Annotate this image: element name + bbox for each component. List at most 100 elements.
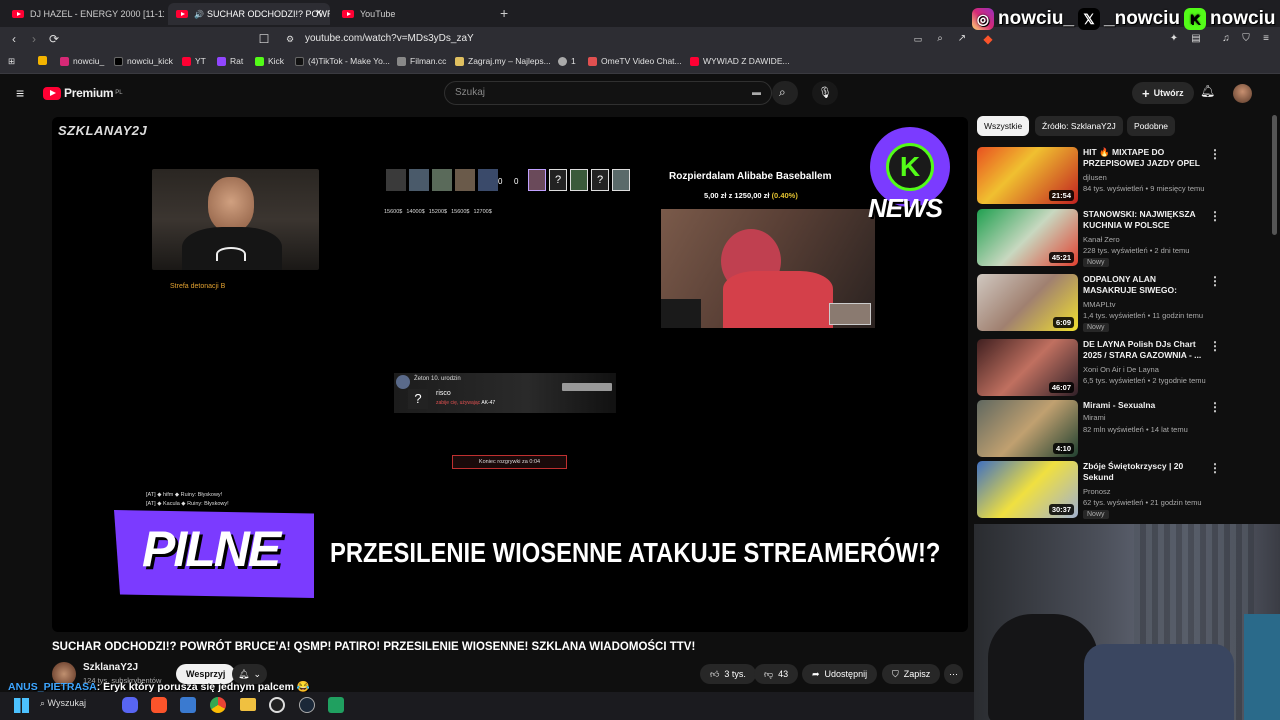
- windows-start-icon[interactable]: [14, 698, 29, 713]
- bookmark-ometv[interactable]: OmeTV Video Chat...: [588, 56, 682, 66]
- recommendation-channel[interactable]: Xoni On Air i De Layna: [1083, 365, 1159, 374]
- recommendation-meta: 62 tys. wyświetleń • 21 godzin temu: [1083, 498, 1202, 507]
- dislike-button[interactable]: 👎︎ 43: [754, 664, 799, 684]
- bookmark-1[interactable]: 1: [558, 56, 576, 66]
- streamer-camera: [152, 169, 319, 270]
- music-icon[interactable]: ♫: [1218, 31, 1234, 47]
- video-thumbnail[interactable]: 45:21: [977, 209, 1078, 266]
- recommendation-title[interactable]: STANOWSKI: NAJWIĘKSZA KUCHNIA W POLSCE: [1083, 209, 1205, 231]
- recommendation-title[interactable]: DE LAYNA Polish DJs Chart 2025 / STARA G…: [1083, 339, 1205, 361]
- zoom-icon[interactable]: ⌕: [932, 31, 948, 47]
- bookmark-nowciu-kick[interactable]: nowciu_kick: [114, 56, 173, 66]
- tab-youtube[interactable]: YouTube: [334, 3, 494, 25]
- forward-button[interactable]: ›: [26, 31, 42, 47]
- recommendation-title[interactable]: Zbóje Świętokrzyscy | 20 Sekund: [1083, 461, 1205, 483]
- bookmark-icon: ⛉: [892, 668, 899, 679]
- youtube-tab-icon: [12, 10, 24, 18]
- round-timer: Koniec rozgrywki za 0:04: [452, 455, 567, 469]
- save-button[interactable]: ⛉ Zapisz: [882, 664, 941, 684]
- chip-similar[interactable]: Podobne: [1127, 116, 1176, 136]
- tab-current-video[interactable]: 🔊 SUCHAR ODCHODZI!? POWR ×: [168, 3, 330, 25]
- recommendation-meta: 1,4 tys. wyświetleń • 11 godzin temu: [1083, 311, 1204, 320]
- search-button[interactable]: ⌕: [772, 81, 798, 105]
- recommendation-item[interactable]: 4:10 Mirami - Sexualna Mirami 82 mln wyś…: [977, 400, 1272, 458]
- share-button[interactable]: ➦ Udostępnij: [802, 664, 878, 684]
- video-thumbnail[interactable]: 6:09: [977, 274, 1078, 331]
- bookmark-yt[interactable]: YT: [182, 56, 206, 66]
- like-button[interactable]: 👍︎ 3 tys.: [700, 664, 756, 684]
- recommendation-channel[interactable]: djlusen: [1083, 173, 1107, 182]
- bookmark-rat[interactable]: Rat: [217, 56, 243, 66]
- bookmark-nowciu[interactable]: nowciu_: [60, 56, 104, 66]
- video-player[interactable]: SZKLANAY2J Strefa detonacji B 0 0 ? ? 15…: [52, 117, 968, 632]
- sidebar-icon[interactable]: ▤: [1188, 31, 1204, 47]
- obs-icon[interactable]: [269, 697, 285, 713]
- share-icon[interactable]: ↗: [954, 31, 970, 47]
- chrome-icon[interactable]: [210, 697, 226, 713]
- brave-icon[interactable]: [151, 697, 167, 713]
- reload-button[interactable]: ⟳: [46, 31, 62, 47]
- apps-icon[interactable]: ⊞: [8, 56, 15, 67]
- bookmark-wywiad[interactable]: WYWIAD Z DAWIDE...: [690, 56, 790, 66]
- discord-icon[interactable]: [122, 697, 138, 713]
- video-thumbnail[interactable]: 30:37: [977, 461, 1078, 518]
- recommendation-title[interactable]: HIT 🔥 MIXTAPE DO PRZEPISOWEJ JAZDY OPEL …: [1083, 147, 1205, 169]
- new-tab-button[interactable]: +: [500, 5, 508, 21]
- keyboard-icon[interactable]: ▬: [752, 87, 761, 97]
- more-options-icon[interactable]: ⋮: [1209, 339, 1221, 353]
- bookmark-kick[interactable]: Kick: [255, 56, 284, 66]
- recommendation-item[interactable]: 6:09 ODPALONY ALAN MASAKRUJE SIWEGO: DAL…: [977, 274, 1272, 332]
- more-options-icon[interactable]: ⋮: [1209, 400, 1221, 414]
- recommendation-item[interactable]: 21:54 HIT 🔥 MIXTAPE DO PRZEPISOWEJ JAZDY…: [977, 147, 1272, 205]
- bookmark-folder-icon[interactable]: [38, 56, 51, 65]
- app-icon[interactable]: [180, 697, 196, 713]
- video-thumbnail[interactable]: 46:07: [977, 339, 1078, 396]
- game-icon[interactable]: [328, 697, 344, 713]
- hamburger-menu-icon[interactable]: ≡: [16, 85, 24, 101]
- create-button[interactable]: + Utwórz: [1132, 82, 1194, 104]
- recommendation-channel[interactable]: MMAPLtv: [1083, 300, 1116, 309]
- more-options-icon[interactable]: ⋮: [1209, 209, 1221, 223]
- bookmark-filman[interactable]: Filman.cc: [397, 56, 446, 66]
- recommendation-item[interactable]: 46:07 DE LAYNA Polish DJs Chart 2025 / S…: [977, 339, 1272, 397]
- bookmark-icon[interactable]: ☐: [256, 31, 272, 47]
- chip-source[interactable]: Źródło: SzklanaY2J: [1035, 116, 1123, 136]
- recommendation-channel[interactable]: Pronosz: [1083, 487, 1111, 496]
- site-info-icon[interactable]: ⚙: [282, 31, 298, 47]
- sidebar-scrollbar[interactable]: [1272, 115, 1277, 235]
- vpn-icon[interactable]: ⛉: [1238, 31, 1254, 47]
- recommendation-item[interactable]: 45:21 STANOWSKI: NAJWIĘKSZA KUCHNIA W PO…: [977, 209, 1272, 267]
- close-tab-icon[interactable]: ×: [316, 7, 322, 19]
- taskbar-search[interactable]: ⌕ Wyszukaj: [40, 698, 86, 709]
- chip-all[interactable]: Wszystkie: [977, 116, 1030, 136]
- notifications-bell-icon[interactable]: 🔔︎: [1200, 84, 1215, 98]
- steam-icon[interactable]: [299, 697, 315, 713]
- tab-dj-hazel[interactable]: DJ HAZEL - ENERGY 2000 [11-11: [4, 3, 164, 25]
- extensions-icon[interactable]: ✦: [1166, 31, 1182, 47]
- file-explorer-icon[interactable]: [240, 698, 256, 711]
- more-options-icon[interactable]: ⋮: [1209, 274, 1221, 288]
- recommendation-channel[interactable]: Mirami: [1083, 413, 1106, 422]
- url-field[interactable]: youtube.com/watch?v=MDs3yDs_zaY: [305, 33, 474, 44]
- bookmark-zagraj[interactable]: Zagraj.my – Najleps...: [455, 56, 551, 66]
- bookmark-tiktok[interactable]: (4)TikTok - Make Yo...: [295, 56, 390, 66]
- search-input[interactable]: Szukaj ▬: [444, 81, 772, 105]
- video-thumbnail[interactable]: 21:54: [977, 147, 1078, 204]
- recommendation-title[interactable]: Mirami - Sexualna: [1083, 400, 1205, 411]
- more-actions-button[interactable]: ⋯: [944, 664, 963, 684]
- avatar[interactable]: [1233, 84, 1252, 103]
- menu-icon[interactable]: ≡: [1258, 31, 1274, 47]
- speaker-icon: 🔊: [194, 9, 204, 19]
- cast-icon[interactable]: ▭: [910, 31, 926, 47]
- more-options-icon[interactable]: ⋮: [1209, 461, 1221, 475]
- channel-name[interactable]: SzklanaY2J: [83, 662, 138, 673]
- recommendation-item[interactable]: 30:37 Zbóje Świętokrzyscy | 20 Sekund Pr…: [977, 461, 1272, 519]
- recommendation-channel[interactable]: Kanał Zero: [1083, 235, 1120, 244]
- youtube-premium-logo[interactable]: Premium PL: [43, 86, 123, 100]
- recommendation-title[interactable]: ODPALONY ALAN MASAKRUJE SIWEGO: DALEJ NI…: [1083, 274, 1205, 296]
- video-thumbnail[interactable]: 4:10: [977, 400, 1078, 457]
- more-options-icon[interactable]: ⋮: [1209, 147, 1221, 161]
- back-button[interactable]: ‹: [6, 31, 22, 47]
- brave-shield-icon[interactable]: ◆: [980, 31, 996, 47]
- voice-search-button[interactable]: 🎙: [812, 81, 838, 105]
